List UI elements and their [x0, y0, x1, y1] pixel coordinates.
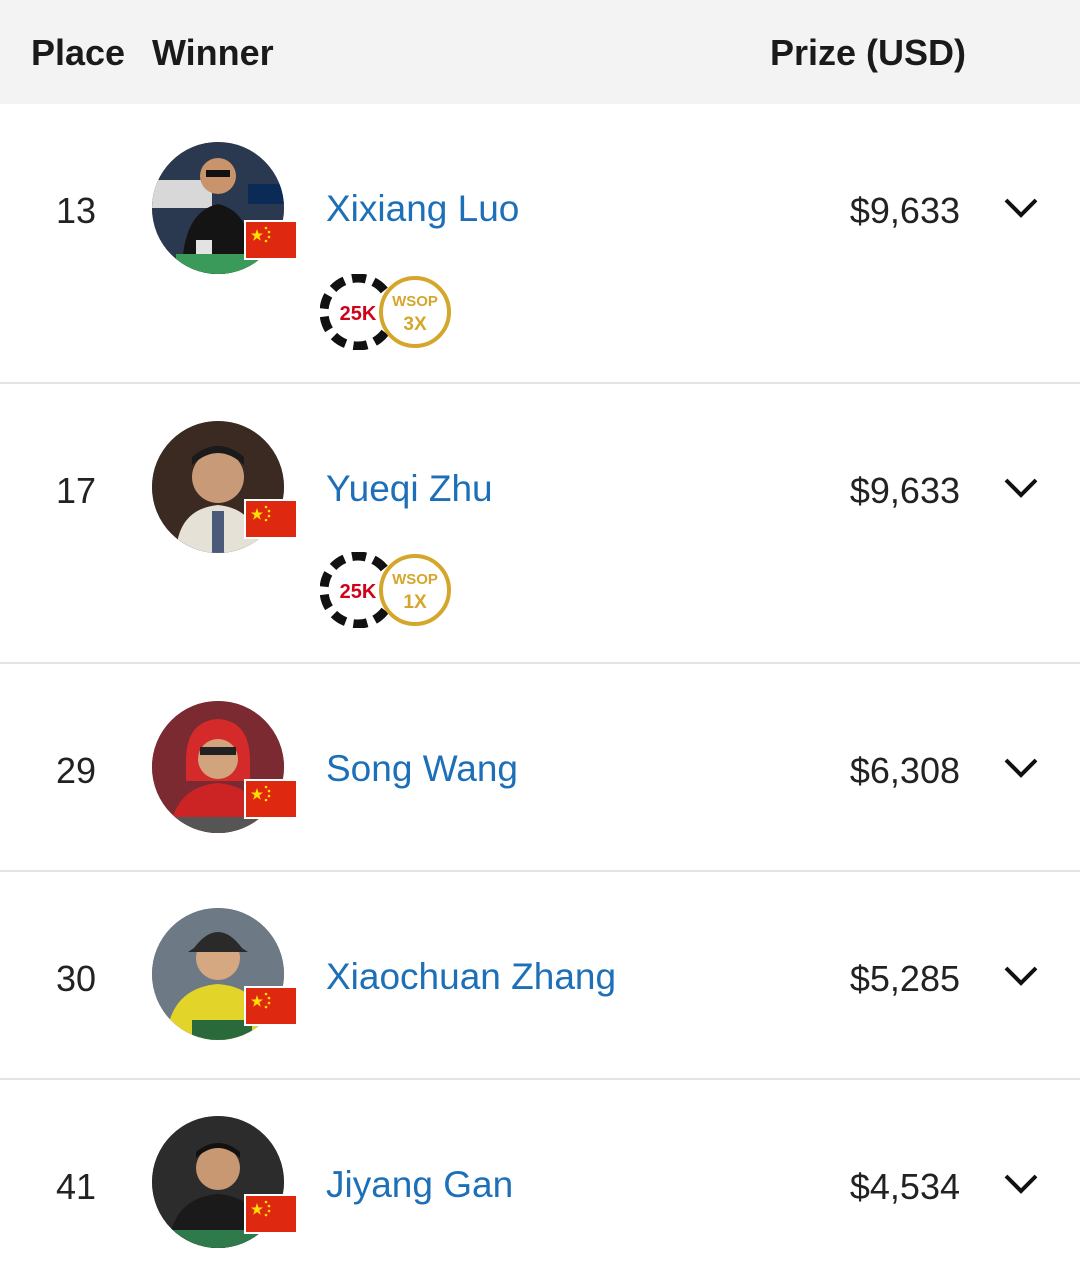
player-name-link[interactable]: Yueqi Zhu — [326, 468, 493, 510]
chevron-down-icon[interactable] — [1002, 476, 1040, 500]
chevron-down-icon[interactable] — [1002, 196, 1040, 220]
chevron-down-icon[interactable] — [1002, 1172, 1040, 1196]
chip-label: 25K — [340, 581, 377, 603]
player-avatar[interactable] — [152, 908, 298, 1042]
table-row: 41 Jiyang Gan $4,534 — [0, 1080, 1080, 1270]
table-row: 29 Song Wang $6,308 — [0, 664, 1080, 870]
table-row: 30 Xiaochuan Zhang $5,285 — [0, 872, 1080, 1078]
china-flag-icon — [244, 779, 298, 819]
column-header-winner: Winner — [152, 32, 274, 73]
china-flag-icon — [244, 986, 298, 1026]
place-number: 41 — [56, 1166, 97, 1207]
place-number: 13 — [56, 190, 97, 231]
prize-amount: $9,633 — [849, 470, 960, 511]
achievement-badges: 25K WSOP 3X — [320, 274, 452, 350]
place-number: 17 — [56, 470, 97, 511]
wsop-label: WSOP — [392, 293, 438, 310]
table-header: Place Winner Prize (USD) — [0, 0, 1080, 104]
place-number: 29 — [56, 750, 97, 791]
wsop-label: WSOP — [392, 571, 438, 588]
prize-amount: $5,285 — [849, 958, 960, 999]
prize-amount: $4,534 — [849, 1166, 960, 1207]
player-avatar[interactable] — [152, 142, 298, 276]
column-header-place: Place — [31, 32, 126, 73]
wsop-bracelet-badge-icon: WSOP 1X — [379, 554, 451, 626]
place-number: 30 — [56, 958, 97, 999]
achievement-badges: 25K WSOP 1X — [320, 552, 452, 628]
player-name-link[interactable]: Xixiang Luo — [326, 188, 519, 230]
china-flag-icon — [244, 499, 298, 539]
wsop-count: 1X — [403, 592, 427, 613]
prize-amount: $6,308 — [849, 750, 960, 791]
china-flag-icon — [244, 1194, 298, 1234]
chevron-down-icon[interactable] — [1002, 964, 1040, 988]
chip-label: 25K — [340, 303, 377, 325]
player-name-link[interactable]: Xiaochuan Zhang — [326, 956, 616, 998]
china-flag-icon — [244, 220, 298, 260]
player-avatar[interactable] — [152, 421, 298, 555]
wsop-bracelet-badge-icon: WSOP 3X — [379, 276, 451, 348]
wsop-count: 3X — [403, 314, 427, 335]
table-row: 13 Xixiang Luo $9,633 25K WSOP 3X — [0, 104, 1080, 382]
player-name-link[interactable]: Song Wang — [326, 748, 518, 790]
player-avatar[interactable] — [152, 701, 298, 835]
table-row: 17 Yueqi Zhu $9,633 25K WSOP 1X — [0, 384, 1080, 662]
column-header-prize: Prize (USD) — [770, 32, 967, 73]
player-name-link[interactable]: Jiyang Gan — [326, 1164, 513, 1206]
chevron-down-icon[interactable] — [1002, 756, 1040, 780]
player-avatar[interactable] — [152, 1116, 298, 1250]
prize-amount: $9,633 — [849, 190, 960, 231]
